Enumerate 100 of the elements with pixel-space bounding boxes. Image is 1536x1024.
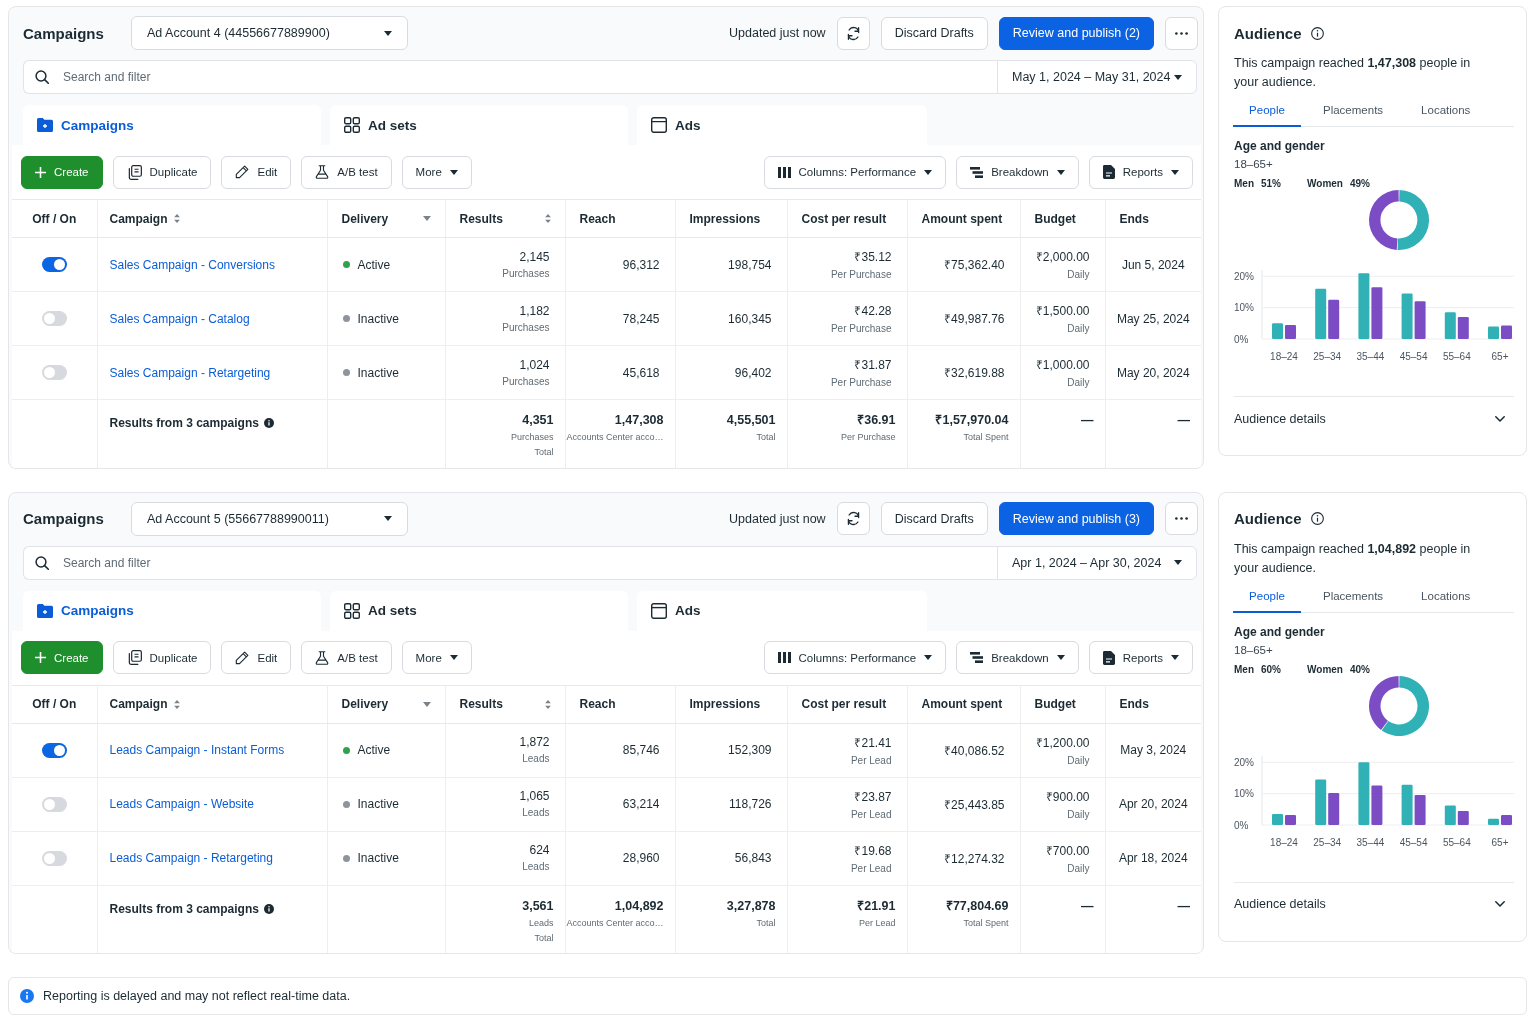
more-button[interactable]: More [401, 641, 472, 674]
chart-bar [1328, 299, 1340, 339]
delivery-status: Inactive [357, 311, 399, 326]
view-tab[interactable]: Campaigns [23, 590, 321, 631]
campaign-link[interactable]: Leads Campaign - Website [109, 797, 255, 811]
chart-bar [1328, 792, 1340, 825]
breakdown-button[interactable]: Breakdown [956, 641, 1079, 674]
view-tab[interactable]: Ad sets [330, 105, 628, 145]
stacked-bars-icon [970, 652, 984, 663]
campaign-link[interactable]: Sales Campaign - Retargeting [109, 365, 271, 380]
view-tab[interactable]: Campaigns [23, 105, 321, 145]
reports-button[interactable]: Reports [1088, 641, 1193, 674]
reports-button[interactable]: Reports [1088, 155, 1193, 189]
audience-details-toggle[interactable]: Audience details [1234, 396, 1514, 440]
pencil-icon [235, 165, 250, 179]
discard-drafts-button[interactable]: Discard Drafts [880, 502, 988, 535]
caret-down-icon [384, 30, 392, 36]
column-header[interactable]: Results [459, 211, 503, 226]
result-type: Leads [522, 807, 550, 819]
window-icon [651, 602, 667, 619]
edit-button[interactable]: Edit [221, 155, 292, 189]
duplicate-button[interactable]: Duplicate [112, 155, 212, 189]
toggle-switch[interactable] [41, 311, 67, 327]
axis-label: 18–24 [1270, 351, 1298, 362]
refresh-button[interactable] [836, 502, 870, 535]
audience-tab[interactable]: Placements [1307, 97, 1400, 127]
columns-button[interactable]: Columns: Performance [763, 641, 947, 674]
publish-button[interactable]: Review and publish (3) [998, 502, 1154, 535]
toggle-switch[interactable] [41, 257, 67, 273]
amount-spent: ₹32,619.88 [944, 365, 1005, 381]
chart-bar [1285, 814, 1296, 825]
flask-icon [315, 650, 330, 665]
summary-value: ₹1,57,970.04 [935, 413, 1009, 428]
column-header[interactable]: Delivery [341, 211, 389, 226]
campaign-link[interactable]: Sales Campaign - Catalog [109, 311, 250, 326]
ellipsis-icon [1175, 517, 1188, 520]
caret-down-icon [1171, 169, 1179, 175]
audience-tab[interactable]: People [1233, 582, 1301, 613]
result-count: 1,065 [519, 789, 550, 803]
result-count: 624 [529, 843, 550, 857]
audience-tab[interactable]: People [1233, 97, 1301, 127]
panel-title: Campaigns [23, 24, 105, 42]
summary-note: Total [756, 916, 776, 930]
summary-note: Purchases [510, 431, 554, 444]
caret-down-icon[interactable] [422, 701, 431, 707]
audience-tab[interactable]: Locations [1405, 97, 1487, 127]
window-icon [651, 117, 667, 133]
campaign-link[interactable]: Leads Campaign - Instant Forms [109, 743, 285, 757]
audience-tab[interactable]: Locations [1405, 582, 1487, 613]
campaign-link[interactable]: Leads Campaign - Retargeting [109, 851, 273, 865]
sort-icon[interactable] [544, 214, 551, 223]
chart-bar [1358, 273, 1370, 339]
column-header[interactable]: Delivery [341, 697, 389, 711]
column-header[interactable]: Campaign [109, 211, 168, 226]
caret-down-icon[interactable] [422, 216, 431, 221]
info-icon[interactable] [263, 418, 274, 428]
account-dropdown[interactable]: Ad Account 4 (44556677889900) [131, 16, 408, 50]
sort-icon[interactable] [544, 699, 551, 709]
info-icon[interactable] [1310, 512, 1324, 525]
axis-label: 65+ [1491, 351, 1509, 362]
edit-button[interactable]: Edit [221, 641, 292, 674]
create-button[interactable]: Create [21, 641, 103, 674]
sort-icon[interactable] [173, 699, 180, 709]
create-button[interactable]: Create [21, 155, 103, 189]
toggle-switch[interactable] [41, 742, 67, 758]
toggle-switch[interactable] [41, 365, 67, 381]
chart-bar [1401, 293, 1413, 339]
breakdown-button[interactable]: Breakdown [956, 155, 1079, 189]
columns-button[interactable]: Columns: Performance [763, 155, 947, 189]
view-tab[interactable]: Ads [637, 590, 927, 631]
result-type: Leads [522, 753, 550, 765]
budget-value: ₹2,000.00 [1035, 249, 1090, 265]
view-tab[interactable]: Ad sets [330, 590, 628, 631]
toggle-switch[interactable] [41, 796, 67, 812]
toggle-switch[interactable] [41, 850, 67, 866]
audience-details-toggle[interactable]: Audience details [1234, 881, 1514, 926]
info-icon [20, 989, 34, 1003]
campaign-link[interactable]: Sales Campaign - Conversions [109, 257, 275, 272]
view-tab[interactable]: Ads [637, 105, 927, 145]
refresh-button[interactable] [836, 16, 870, 50]
duplicate-button[interactable]: Duplicate [112, 641, 212, 674]
column-header: Amount spent [921, 211, 1003, 226]
ab-test-button[interactable]: A/B test [301, 641, 392, 674]
column-header: Reach [579, 697, 616, 711]
amount-spent: ₹40,086.52 [944, 742, 1005, 759]
ab-test-button[interactable]: A/B test [301, 155, 392, 189]
legend-value: 49% [1349, 178, 1370, 190]
date-range-dropdown[interactable]: Apr 1, 2024 – Apr 30, 2024 [997, 545, 1197, 580]
date-range-dropdown[interactable]: May 1, 2024 – May 31, 2024 [997, 60, 1197, 94]
info-icon[interactable] [1310, 26, 1324, 40]
account-dropdown[interactable]: Ad Account 5 (55667788990011) [131, 501, 408, 536]
column-header[interactable]: Campaign [109, 697, 168, 711]
more-button[interactable]: More [401, 155, 472, 189]
sort-icon[interactable] [173, 214, 180, 223]
publish-button[interactable]: Review and publish (2) [998, 16, 1154, 50]
discard-drafts-button[interactable]: Discard Drafts [880, 16, 988, 50]
budget-value: ₹1,500.00 [1035, 303, 1090, 319]
audience-tab[interactable]: Placements [1307, 582, 1400, 613]
info-icon[interactable] [263, 903, 274, 914]
column-header[interactable]: Results [459, 697, 503, 711]
